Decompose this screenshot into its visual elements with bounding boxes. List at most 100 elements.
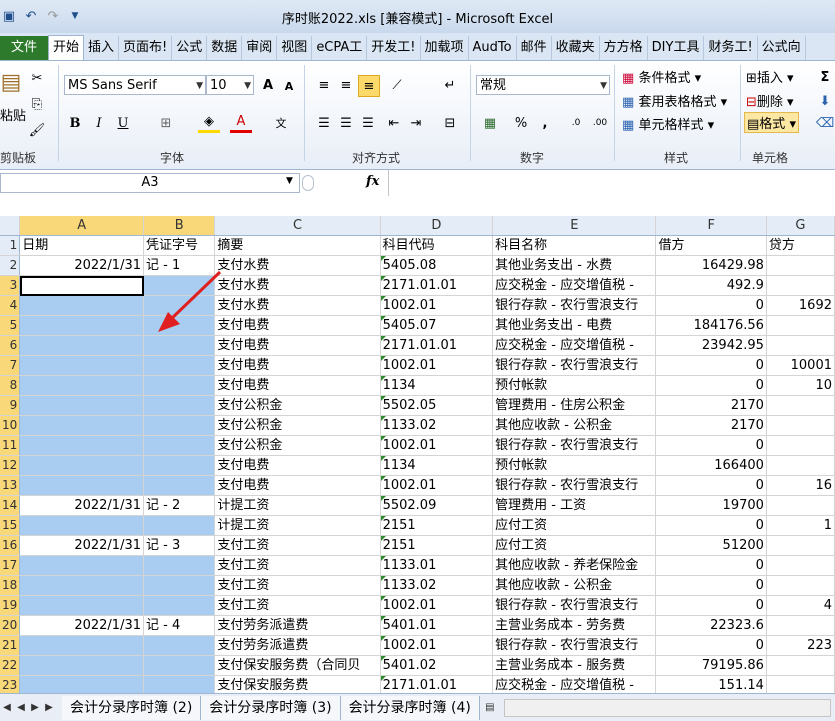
cell-d[interactable]: 2171.01.01: [380, 275, 494, 296]
cell-d[interactable]: 2151: [380, 535, 494, 556]
cell-d[interactable]: 1134: [380, 375, 494, 396]
name-box-dropdown-icon[interactable]: ▼: [286, 176, 293, 186]
cell-e[interactable]: 应付工资: [492, 535, 657, 556]
cell-d[interactable]: 1133.01: [380, 555, 494, 576]
cell-e[interactable]: 预付帐款: [492, 455, 657, 476]
cell-c[interactable]: 支付工资: [214, 555, 381, 576]
number-format-select[interactable]: 常规 ▼: [476, 75, 610, 95]
cell-d[interactable]: 1002.01: [380, 435, 494, 456]
cell-a[interactable]: [19, 375, 144, 396]
first-sheet-icon[interactable]: ◀: [0, 702, 14, 713]
cell-styles-button[interactable]: ▦ 单元格样式 ▾: [622, 114, 714, 133]
cell-b[interactable]: [143, 655, 216, 676]
column-header-e[interactable]: E: [492, 216, 657, 236]
cell-c[interactable]: 支付电费: [214, 455, 381, 476]
tab-4[interactable]: 公式: [172, 36, 208, 60]
cell-f[interactable]: 0: [655, 435, 767, 456]
cell-d[interactable]: 5502.09: [380, 495, 494, 516]
cell-f[interactable]: 51200: [655, 535, 767, 556]
cell-d[interactable]: 5502.05: [380, 395, 494, 416]
tab-10[interactable]: 加载项: [421, 36, 469, 60]
cell-d[interactable]: 2171.01.01: [380, 675, 494, 693]
align-bottom-icon[interactable]: ≡: [358, 75, 380, 97]
copy-icon[interactable]: ⎘: [28, 95, 46, 113]
row-header[interactable]: 7: [0, 355, 21, 376]
next-sheet-icon[interactable]: ▶: [28, 702, 42, 713]
cell-b[interactable]: [143, 635, 216, 656]
insert-cells-button[interactable]: ⊞插入 ▾: [746, 67, 794, 86]
row-header[interactable]: 20: [0, 615, 21, 636]
column-header-c[interactable]: C: [214, 216, 381, 236]
cell-a[interactable]: [19, 575, 144, 596]
cell-f[interactable]: 2170: [655, 395, 767, 416]
cell-g[interactable]: [766, 455, 835, 476]
cell-c[interactable]: 支付工资: [214, 575, 381, 596]
cell-g[interactable]: [766, 315, 835, 336]
cell-c[interactable]: 支付工资: [214, 595, 381, 616]
cell-d[interactable]: 5405.07: [380, 315, 494, 336]
align-top-icon[interactable]: ≡: [314, 75, 334, 95]
row-header[interactable]: 12: [0, 455, 21, 476]
cell-c[interactable]: 支付水费: [214, 275, 381, 296]
shrink-font-icon[interactable]: A: [280, 77, 298, 95]
align-center-icon[interactable]: ☰: [336, 113, 356, 133]
cell-header[interactable]: 摘要: [214, 235, 381, 256]
formula-input[interactable]: [388, 170, 835, 196]
merge-center-icon[interactable]: ⊟: [440, 113, 460, 133]
cell-f[interactable]: 22323.6: [655, 615, 767, 636]
cell-e[interactable]: 其他应收款 - 公积金: [492, 415, 657, 436]
delete-cells-button[interactable]: ⊟删除 ▾: [746, 91, 794, 110]
cell-e[interactable]: 银行存款 - 农行雪浪支行: [492, 355, 657, 376]
cell-f[interactable]: 0: [655, 355, 767, 376]
row-header[interactable]: 22: [0, 655, 21, 676]
cell-g[interactable]: [766, 615, 835, 636]
row-header[interactable]: 19: [0, 595, 21, 616]
cell-g[interactable]: [766, 335, 835, 356]
cell-c[interactable]: 支付保安服务费（合同贝: [214, 655, 381, 676]
row-header[interactable]: 15: [0, 515, 21, 536]
cell-c[interactable]: 支付劳务派遣费: [214, 635, 381, 656]
last-sheet-icon[interactable]: ▶: [42, 702, 56, 713]
tab-17[interactable]: 公式向: [758, 36, 806, 60]
cell-b[interactable]: [143, 555, 216, 576]
cell-d[interactable]: 1002.01: [380, 595, 494, 616]
cell-d[interactable]: 1133.02: [380, 575, 494, 596]
percent-button[interactable]: %: [512, 113, 530, 133]
comma-button[interactable]: ,: [538, 113, 552, 133]
name-box[interactable]: A3: [0, 173, 300, 193]
cell-c[interactable]: 支付电费: [214, 355, 381, 376]
cell-a[interactable]: [19, 295, 144, 316]
cell-a[interactable]: [19, 475, 144, 496]
insert-function-button[interactable]: fx: [366, 174, 379, 189]
cell-f[interactable]: 166400: [655, 455, 767, 476]
cell-b[interactable]: [143, 515, 216, 536]
row-header[interactable]: 11: [0, 435, 21, 456]
cell-d[interactable]: 1002.01: [380, 635, 494, 656]
orientation-icon[interactable]: ⟋: [386, 75, 408, 95]
cell-e[interactable]: 其他业务支出 - 水费: [492, 255, 657, 276]
cell-c[interactable]: 支付公积金: [214, 415, 381, 436]
cell-e[interactable]: 应交税金 - 应交增值税 -: [492, 275, 657, 296]
cell-c[interactable]: 支付公积金: [214, 395, 381, 416]
cell-a[interactable]: [19, 555, 144, 576]
cell-a[interactable]: [19, 515, 144, 536]
cell-a[interactable]: [19, 275, 144, 296]
tab-16[interactable]: 财务工!: [704, 36, 758, 60]
row-header[interactable]: 9: [0, 395, 21, 416]
cell-c[interactable]: 支付工资: [214, 535, 381, 556]
cell-a[interactable]: [19, 355, 144, 376]
cell-f[interactable]: 0: [655, 635, 767, 656]
tab-13[interactable]: 收藏夹: [552, 36, 600, 60]
cell-d[interactable]: 1133.02: [380, 415, 494, 436]
accounting-format-icon[interactable]: ▦: [478, 113, 502, 133]
wrap-text-icon[interactable]: ↵: [440, 75, 460, 95]
cell-d[interactable]: 5401.01: [380, 615, 494, 636]
horizontal-scrollbar[interactable]: [503, 698, 831, 717]
cell-f[interactable]: 0: [655, 375, 767, 396]
row-header[interactable]: 3: [0, 275, 21, 296]
row-header[interactable]: 1: [0, 235, 21, 256]
cell-b[interactable]: 记 - 2: [143, 495, 216, 516]
cell-a[interactable]: 2022/1/31: [19, 535, 144, 556]
cell-e[interactable]: 银行存款 - 农行雪浪支行: [492, 595, 657, 616]
cell-g[interactable]: [766, 655, 835, 676]
